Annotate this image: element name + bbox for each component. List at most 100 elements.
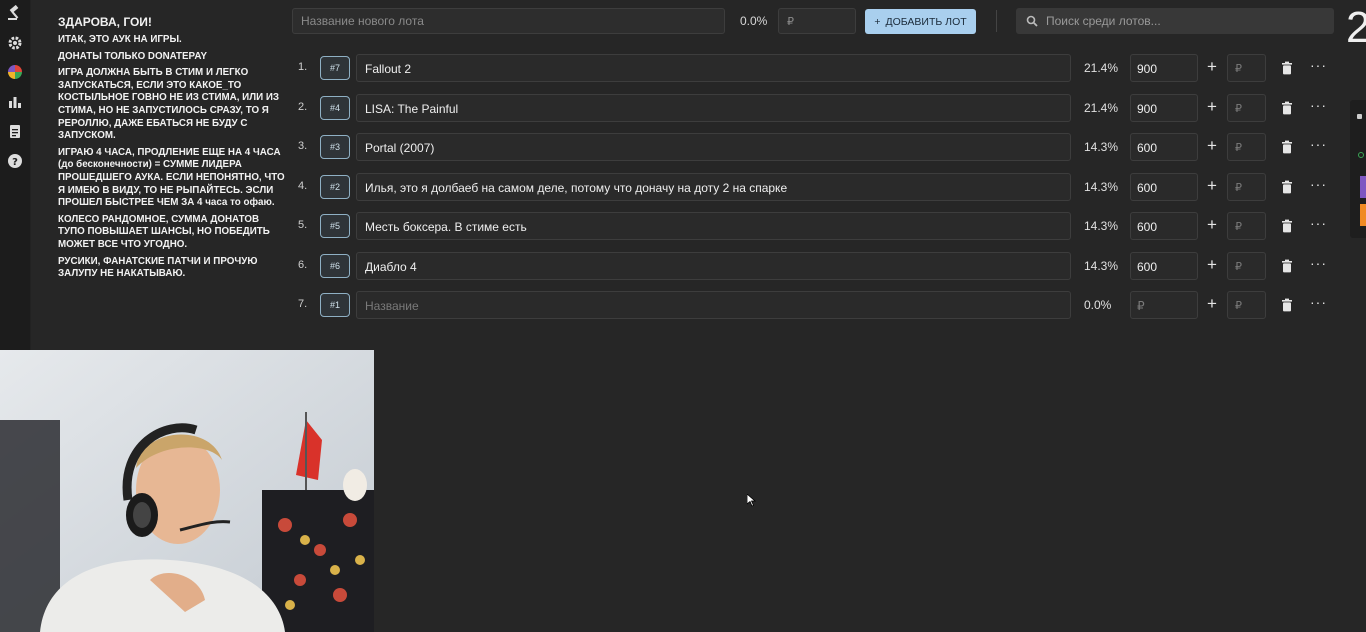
lot-name-input[interactable]: Диабло 4 xyxy=(356,252,1071,280)
lot-id-badge[interactable]: #1 xyxy=(320,293,350,317)
rules-paragraph: ИТАК, ЭТО АУК НА ИГРЫ. xyxy=(58,34,182,45)
trash-icon[interactable] xyxy=(1280,101,1294,115)
trash-icon[interactable] xyxy=(1280,61,1294,75)
lot-index: 3. xyxy=(298,140,308,152)
add-amount-button[interactable]: + xyxy=(1204,255,1220,275)
rules-paragraph: РУСИКИ, ФАНАТСКИЕ ПАТЧИ И ПРОЧУЮ ЗАЛУПУ … xyxy=(58,255,258,280)
lot-id-badge[interactable]: #4 xyxy=(320,96,350,120)
rules-paragraph: ИГРА ДОЛЖНА БЫТЬ В СТИМ И ЛЕГКО ЗАПУСКАТ… xyxy=(58,67,280,142)
rules-paragraph: ИГРАЮ 4 ЧАСА, ПРОДЛЕНИЕ ЕЩЕ НА 4 ЧАСА (д… xyxy=(58,146,285,209)
new-lot-percent: 0.0% xyxy=(740,14,768,28)
trash-icon[interactable] xyxy=(1280,219,1294,233)
lot-percent: 0.0% xyxy=(1084,298,1112,312)
mouse-cursor-icon xyxy=(747,494,756,507)
new-lot-amount-input[interactable]: ₽ xyxy=(778,8,856,34)
orange-swatch xyxy=(1360,204,1366,226)
more-options-icon[interactable]: ··· xyxy=(1310,57,1327,73)
lot-index: 6. xyxy=(298,259,308,271)
add-amount-input[interactable]: ₽ xyxy=(1227,291,1266,319)
status-dot-icon xyxy=(1358,152,1364,158)
lot-percent: 14.3% xyxy=(1084,140,1119,154)
new-lot-input[interactable]: Название нового лота xyxy=(292,8,725,34)
plus-icon: + xyxy=(874,15,881,28)
search-icon xyxy=(1026,15,1038,27)
lot-id-badge[interactable]: #5 xyxy=(320,214,350,238)
lot-row: 2. #4 LISA: The Painful 21.4% 900 + ₽ ··· xyxy=(292,94,1342,122)
rules-paragraph: КОЛЕСО РАНДОМНОЕ, СУММА ДОНАТОВ ТУПО ПОВ… xyxy=(58,213,270,250)
clipboard-icon[interactable] xyxy=(5,121,25,141)
add-amount-input[interactable]: ₽ xyxy=(1227,94,1266,122)
lot-percent: 14.3% xyxy=(1084,180,1119,194)
more-options-icon[interactable]: ··· xyxy=(1310,255,1327,271)
lot-percent: 21.4% xyxy=(1084,101,1119,115)
lot-row: 5. #5 Месть боксера. В стиме есть 14.3% 600 +… xyxy=(292,212,1342,240)
lot-index: 1. xyxy=(298,61,308,73)
add-amount-button[interactable]: + xyxy=(1204,294,1220,314)
lot-name-input[interactable]: Месть боксера. В стиме есть xyxy=(356,212,1071,240)
lot-index: 7. xyxy=(298,298,308,310)
lot-id-badge[interactable]: #7 xyxy=(320,56,350,80)
lot-index: 2. xyxy=(298,101,308,113)
more-options-icon[interactable]: ··· xyxy=(1310,294,1327,310)
lot-row: 3. #3 Portal (2007) 14.3% 600 + ₽ ··· xyxy=(292,133,1342,161)
add-amount-button[interactable]: + xyxy=(1204,57,1220,77)
svg-text:?: ? xyxy=(12,157,18,168)
lot-amount-input[interactable]: 600 xyxy=(1130,133,1198,161)
lot-id-badge[interactable]: #3 xyxy=(320,135,350,159)
lot-percent: 14.3% xyxy=(1084,219,1119,233)
add-lot-button[interactable]: + ДОБАВИТЬ ЛОТ xyxy=(865,9,976,34)
lot-amount-input[interactable]: 600 xyxy=(1130,173,1198,201)
lot-name-input[interactable]: Название xyxy=(356,291,1071,319)
lot-amount-input[interactable]: 600 xyxy=(1130,212,1198,240)
add-amount-input[interactable]: ₽ xyxy=(1227,173,1266,201)
search-input[interactable]: Поиск среди лотов... xyxy=(1016,8,1334,34)
add-amount-button[interactable]: + xyxy=(1204,136,1220,156)
lot-row: 1. #7 Fallout 2 21.4% 900 + ₽ ··· xyxy=(292,54,1342,82)
rules-panel: ЗДАРОВА, ГОИ! ИТАК, ЭТО АУК НА ИГРЫ. ДОН… xyxy=(58,15,286,285)
lot-amount-input[interactable]: 600 xyxy=(1130,252,1198,280)
gavel-icon[interactable] xyxy=(5,3,25,23)
lot-name-input[interactable]: Илья, это я долбаеб на самом деле, потом… xyxy=(356,173,1071,201)
gear-icon[interactable] xyxy=(5,33,25,53)
rules-title: ЗДАРОВА, ГОИ! xyxy=(58,15,152,29)
lot-row: 6. #6 Диабло 4 14.3% 600 + ₽ ··· xyxy=(292,252,1342,280)
more-options-icon[interactable]: ··· xyxy=(1310,215,1327,231)
right-side-panel xyxy=(1350,100,1366,238)
lot-percent: 21.4% xyxy=(1084,61,1119,75)
more-options-icon[interactable]: ··· xyxy=(1310,136,1327,152)
lot-percent: 14.3% xyxy=(1084,259,1119,273)
trash-icon[interactable] xyxy=(1280,180,1294,194)
search-placeholder: Поиск среди лотов... xyxy=(1046,14,1161,28)
more-options-icon[interactable]: ··· xyxy=(1310,176,1327,192)
purple-swatch xyxy=(1360,176,1366,198)
lot-row: 4. #2 Илья, это я долбаеб на самом деле, п… xyxy=(292,173,1342,201)
lot-amount-input[interactable]: 900 xyxy=(1130,54,1198,82)
add-amount-input[interactable]: ₽ xyxy=(1227,252,1266,280)
toolbar-divider xyxy=(996,10,997,32)
add-amount-button[interactable]: + xyxy=(1204,176,1220,196)
bar-chart-icon[interactable] xyxy=(5,92,25,112)
wheel-icon[interactable] xyxy=(5,62,25,82)
lot-amount-input[interactable]: 900 xyxy=(1130,94,1198,122)
lot-name-input[interactable]: Fallout 2 xyxy=(356,54,1071,82)
trash-icon[interactable] xyxy=(1280,298,1294,312)
rules-paragraph: ДОНАТЫ ТОЛЬКО DONATEPAY xyxy=(58,50,208,62)
lot-row: 7. #1 Название 0.0% ₽ + ₽ ··· xyxy=(292,291,1342,319)
panel-marker xyxy=(1357,114,1362,119)
add-amount-button[interactable]: + xyxy=(1204,215,1220,235)
webcam-overlay xyxy=(0,350,374,632)
trash-icon[interactable] xyxy=(1280,259,1294,273)
lot-index: 5. xyxy=(298,219,308,231)
add-amount-input[interactable]: ₽ xyxy=(1227,133,1266,161)
lot-id-badge[interactable]: #2 xyxy=(320,175,350,199)
lot-id-badge[interactable]: #6 xyxy=(320,254,350,278)
more-options-icon[interactable]: ··· xyxy=(1310,97,1327,113)
lot-name-input[interactable]: LISA: The Painful xyxy=(356,94,1071,122)
lot-amount-input[interactable]: ₽ xyxy=(1130,291,1198,319)
lot-name-input[interactable]: Portal (2007) xyxy=(356,133,1071,161)
add-amount-button[interactable]: + xyxy=(1204,97,1220,117)
add-amount-input[interactable]: ₽ xyxy=(1227,212,1266,240)
help-icon[interactable]: ? xyxy=(5,151,25,171)
add-amount-input[interactable]: ₽ xyxy=(1227,54,1266,82)
trash-icon[interactable] xyxy=(1280,140,1294,154)
